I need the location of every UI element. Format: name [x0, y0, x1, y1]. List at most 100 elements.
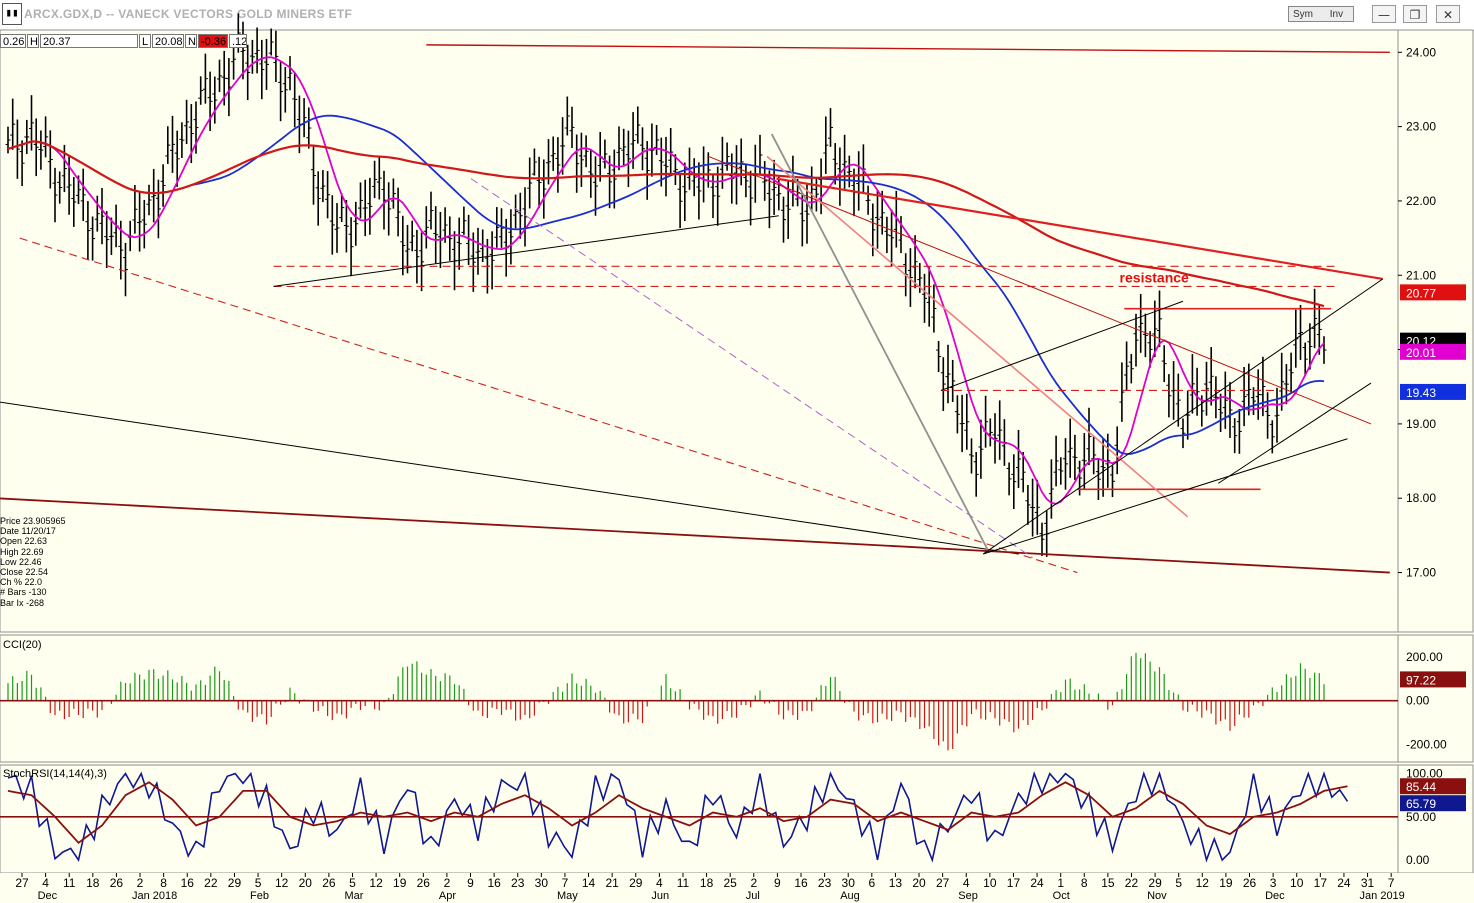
- ohlc-high-label: H: [27, 34, 39, 48]
- x-day-label: 7: [562, 876, 569, 890]
- price-tick-label: 19.00: [1406, 417, 1436, 431]
- chart-window: { "window": { "title": "ARCX.GDX,D -- VA…: [0, 0, 1474, 903]
- x-month-label: Jan 2019: [1360, 890, 1405, 902]
- data-open: Open 22.63: [0, 536, 48, 547]
- data-price: Price 23.905965: [0, 516, 66, 526]
- x-day-label: 29: [228, 876, 242, 890]
- x-day-label: 22: [1125, 876, 1139, 890]
- ohlc-change: -0.36: [198, 34, 228, 48]
- x-day-label: 26: [1243, 876, 1257, 890]
- ohlc-low: 20.08: [152, 34, 184, 48]
- x-day-label: 9: [774, 876, 781, 890]
- resistance-annotation: resistance: [1120, 270, 1189, 286]
- price-tag-label: 19.43: [1406, 386, 1436, 400]
- x-day-label: 21: [605, 876, 619, 890]
- stoch-tick-label: 50.00: [1406, 810, 1436, 824]
- x-day-label: 4: [656, 876, 663, 890]
- cci-tick-label: 0.00: [1406, 694, 1430, 708]
- x-day-label: 24: [1337, 876, 1351, 890]
- x-day-label: 23: [818, 876, 832, 890]
- data-low: Low 22.46: [0, 556, 42, 567]
- x-day-label: 30: [842, 876, 856, 890]
- price-tick-label: 17.00: [1406, 566, 1436, 580]
- price-tick-label: 22.00: [1406, 194, 1436, 208]
- x-month-label: Dec: [38, 890, 58, 902]
- x-month-label: Feb: [250, 890, 269, 902]
- x-day-label: 22: [204, 876, 218, 890]
- ohlc-open: 0.26: [0, 34, 26, 48]
- x-day-label: 29: [1148, 876, 1162, 890]
- x-month-label: Jul: [746, 890, 760, 902]
- cci-label: CCI(20): [3, 639, 42, 651]
- x-month-label: Jan 2018: [132, 890, 177, 902]
- x-day-label: 31: [1361, 876, 1375, 890]
- x-month-label: Aug: [840, 890, 860, 902]
- x-day-label: 20: [299, 876, 313, 890]
- x-day-label: 4: [42, 876, 49, 890]
- x-day-label: 14: [582, 876, 596, 890]
- x-month-label: Sep: [958, 890, 978, 902]
- stoch-tag-label: 65.79: [1406, 797, 1436, 811]
- x-day-label: 10: [983, 876, 997, 890]
- ohlc-n-label: N: [185, 34, 197, 48]
- x-month-label: Oct: [1053, 890, 1070, 902]
- x-day-label: 20: [912, 876, 926, 890]
- x-day-label: 5: [349, 876, 356, 890]
- x-month-label: Jun: [651, 890, 669, 902]
- x-day-label: 15: [1101, 876, 1115, 890]
- x-day-label: 6: [868, 876, 875, 890]
- x-day-label: 27: [15, 876, 29, 890]
- cci-tag-label: 97.22: [1406, 673, 1436, 687]
- x-day-label: 16: [794, 876, 808, 890]
- x-day-label: 16: [487, 876, 501, 890]
- x-day-label: 5: [255, 876, 262, 890]
- x-day-label: 16: [181, 876, 195, 890]
- x-day-label: 11: [677, 876, 690, 890]
- x-month-label: Mar: [344, 890, 363, 902]
- data-bars: # Bars -130: [0, 587, 47, 598]
- pane-frame: [0, 764, 1399, 874]
- x-day-label: 12: [275, 876, 289, 890]
- x-day-label: 12: [369, 876, 383, 890]
- x-month-label: May: [557, 890, 578, 902]
- ohlc-high: 20.37: [40, 34, 138, 48]
- data-close: Close 22.54: [0, 567, 49, 578]
- price-tick-label: 23.00: [1406, 120, 1436, 134]
- x-month-label: Dec: [1265, 890, 1285, 902]
- x-day-label: 5: [1175, 876, 1182, 890]
- x-day-label: 18: [700, 876, 714, 890]
- x-day-label: 2: [444, 876, 451, 890]
- data-chg: Ch % 22.0: [0, 577, 43, 588]
- x-month-label: Apr: [439, 890, 456, 902]
- data-date: Date 11/20/17: [0, 526, 56, 537]
- price-tick-label: 21.00: [1406, 268, 1436, 282]
- cci-tick-label: -200.00: [1406, 737, 1447, 751]
- x-day-label: 24: [1030, 876, 1044, 890]
- x-day-label: 19: [1219, 876, 1233, 890]
- price-chart[interactable]: 24.00 23.00 22.00 21.00 2 0.00 19.00 18.00 17.00…: [0, 0, 1474, 903]
- price-tick-label: 18.00: [1406, 491, 1436, 505]
- data-high: High 22.69: [0, 546, 44, 557]
- x-day-label: 13: [889, 876, 903, 890]
- x-day-label: 25: [724, 876, 738, 890]
- stoch-tick-label: 0.00: [1406, 853, 1430, 867]
- ohlc-low-label: L: [139, 34, 151, 48]
- x-day-label: 30: [535, 876, 549, 890]
- x-day-label: 3: [1270, 876, 1277, 890]
- data-barix: Bar Ix -268: [0, 597, 45, 608]
- ohlc-last: .12: [229, 34, 247, 48]
- x-day-label: 27: [936, 876, 950, 890]
- x-day-label: 2: [137, 876, 144, 890]
- price-tag-label: 20.01: [1406, 346, 1436, 360]
- x-day-label: 23: [511, 876, 525, 890]
- price-tag-label: 20.77: [1406, 286, 1436, 300]
- x-day-label: 19: [393, 876, 407, 890]
- x-day-label: 9: [467, 876, 474, 890]
- x-day-label: 26: [110, 876, 124, 890]
- x-day-label: 17: [1314, 876, 1328, 890]
- x-day-label: 10: [1290, 876, 1304, 890]
- cci-tick-label: 200.00: [1406, 650, 1443, 664]
- x-day-label: 11: [63, 876, 76, 890]
- x-day-label: 1: [1057, 876, 1064, 890]
- price-tick-label: 24.00: [1406, 45, 1436, 59]
